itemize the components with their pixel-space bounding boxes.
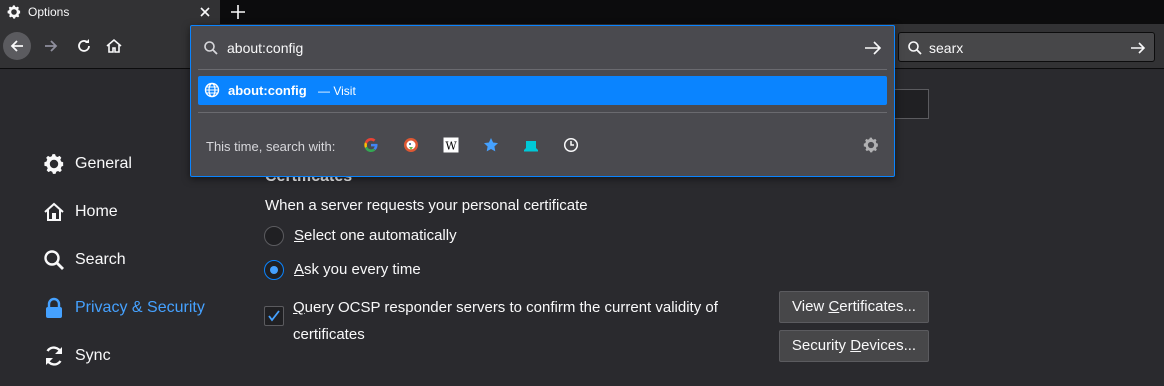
radio-button[interactable] [264, 226, 284, 246]
access-key: S [294, 227, 305, 244]
button-label-part: Security [791, 337, 851, 354]
close-icon[interactable] [196, 3, 214, 21]
divider [198, 112, 887, 113]
access-key: C [828, 298, 840, 315]
oneoff-search-label: This time, search with: [206, 139, 336, 154]
urlbar-popup: about:config — Visit This time, search w… [190, 25, 895, 177]
gear-icon [6, 4, 22, 20]
home-icon [106, 38, 122, 53]
search-icon [203, 40, 219, 61]
wikipedia-icon[interactable]: W [443, 137, 459, 153]
access-key: Q [293, 299, 305, 316]
view-certificates-button[interactable]: View Certificates... [779, 291, 929, 323]
sidebar-item-label: General [75, 155, 132, 172]
search-settings-gear-icon[interactable] [862, 136, 880, 154]
back-button[interactable] [3, 32, 31, 60]
radio-label: Select one automatically [294, 227, 457, 244]
result-action: — Visit [318, 84, 356, 98]
globe-icon [204, 82, 220, 103]
search-bar[interactable]: searx [898, 32, 1155, 62]
lock-icon [42, 296, 66, 320]
home-icon [42, 200, 66, 224]
go-arrow-icon[interactable] [863, 38, 883, 63]
certificates-description: When a server requests your personal cer… [265, 197, 588, 214]
ocsp-label-text: uery OCSP responder servers to confirm t… [293, 299, 718, 343]
security-devices-button[interactable]: Security Devices... [779, 330, 929, 362]
tab-options[interactable]: Options [0, 0, 220, 24]
svg-text:W: W [445, 140, 457, 153]
result-title: about:config [228, 83, 307, 98]
checkmark-icon [268, 310, 280, 322]
search-go-arrow-icon[interactable] [1129, 39, 1147, 62]
search-icon [42, 248, 66, 272]
forward-arrow-icon [45, 40, 58, 52]
radio-button-checked[interactable] [264, 260, 284, 280]
history-icon[interactable] [563, 137, 579, 153]
find-in-options-input[interactable] [892, 89, 929, 119]
search-bar-value: searx [929, 40, 964, 56]
button-label-part: ertificates... [839, 298, 916, 315]
sidebar-item-label: Search [75, 251, 126, 268]
divider [198, 69, 887, 70]
new-tab-plus-icon[interactable] [228, 2, 248, 22]
duckduckgo-icon[interactable] [403, 137, 419, 153]
sidebar-item-label: Home [75, 203, 118, 220]
gear-icon [42, 152, 66, 176]
tabs-icon[interactable] [523, 137, 539, 153]
sidebar-item-label: Sync [75, 347, 111, 364]
tab-strip: Options [0, 0, 1164, 24]
url-result-row[interactable]: about:config — Visit [198, 76, 887, 105]
url-input[interactable] [227, 38, 827, 58]
radio-label: Ask you every time [294, 261, 421, 278]
back-arrow-icon [10, 40, 23, 52]
radio-label-text: elect one automatically [304, 227, 457, 244]
ocsp-checkbox[interactable] [264, 306, 284, 326]
button-label-part: evices... [861, 337, 917, 354]
radio-label-text: sk you every time [304, 261, 421, 278]
home-button[interactable] [100, 32, 128, 60]
search-icon [907, 40, 923, 61]
button-label-part: View [792, 298, 829, 315]
google-icon[interactable] [363, 137, 379, 153]
sidebar-item-label: Privacy & Security [75, 299, 205, 316]
access-key: A [294, 261, 305, 278]
tab-title: Options [28, 5, 70, 19]
reload-button[interactable] [70, 32, 98, 60]
ocsp-checkbox-label: Query OCSP responder servers to confirm … [293, 294, 733, 348]
reload-icon [78, 39, 90, 52]
access-key: D [850, 337, 862, 354]
bookmarks-icon[interactable] [483, 137, 499, 153]
sync-icon [42, 344, 66, 368]
forward-button[interactable] [37, 32, 65, 60]
